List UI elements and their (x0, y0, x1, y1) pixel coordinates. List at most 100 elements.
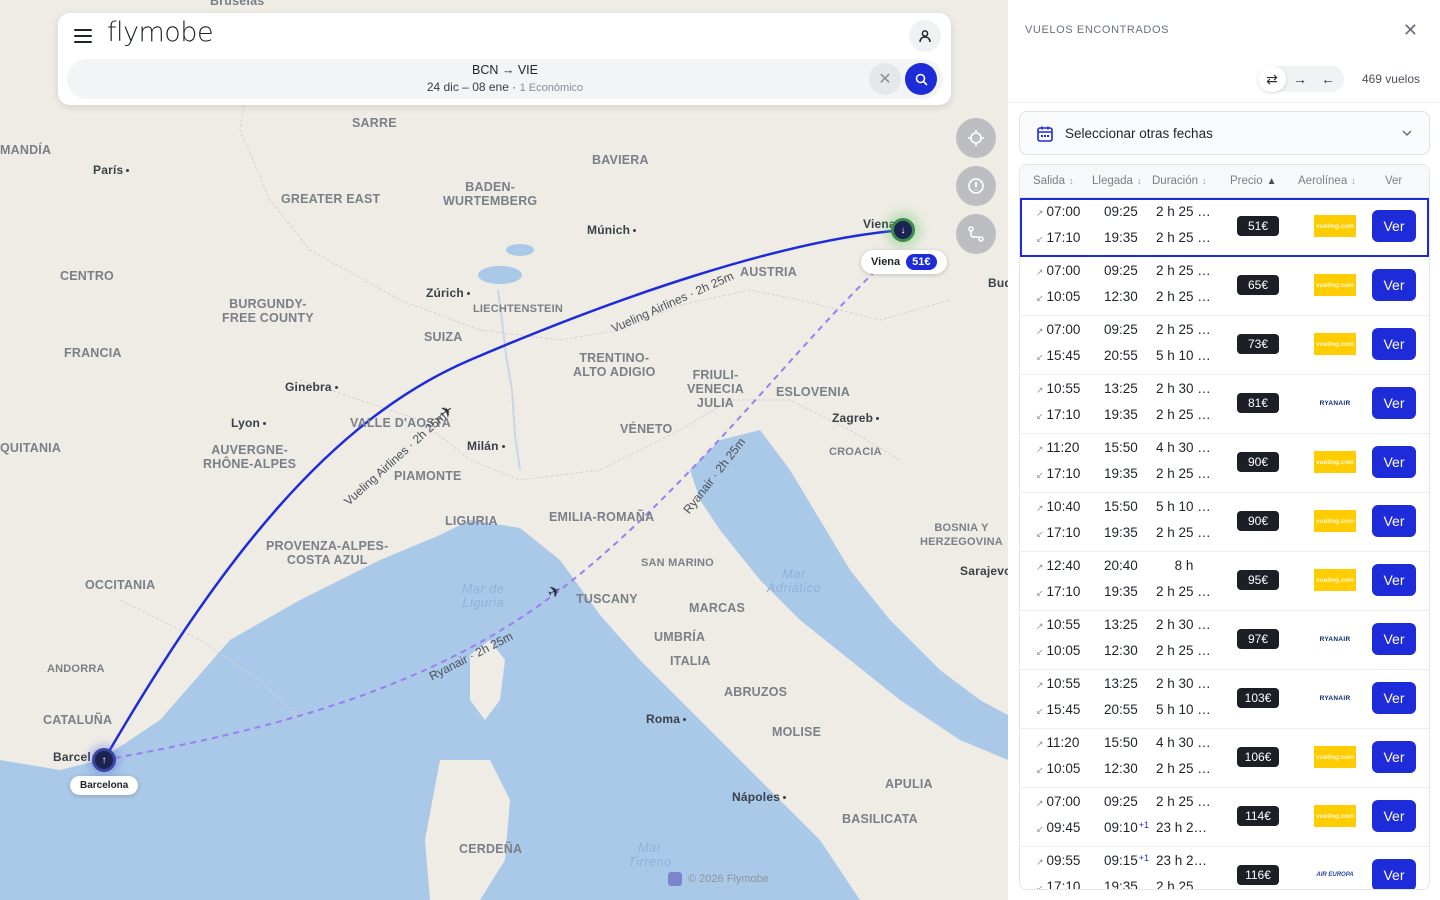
view-flight-button[interactable]: Ver (1372, 387, 1416, 419)
info-button[interactable] (956, 166, 996, 206)
view-flight-button[interactable]: Ver (1372, 446, 1416, 478)
return-duration: 5 h 10 min (1156, 702, 1212, 717)
destination-pin-label[interactable]: Viena 51€ (861, 250, 947, 274)
outbound-arrival: 15:50 (1104, 735, 1138, 750)
outbound-arrival: 13:25 (1104, 676, 1138, 691)
map-label: AUVERGNE- RHÔNE-ALPES (203, 443, 297, 471)
table-row[interactable]: ↗09:55 09:15+1 23 h 20 min ↙17:10 19:35 2 h 2… (1020, 847, 1429, 890)
table-row[interactable]: ↗12:40 20:40 8 h ↙17:10 19:35 2 h 25 min 95€ vu… (1020, 552, 1429, 611)
price-badge: 106€ (1237, 747, 1279, 767)
search-button[interactable] (905, 63, 937, 95)
view-flight-button[interactable]: Ver (1372, 328, 1416, 360)
airline-logo: vueling.com (1314, 569, 1356, 591)
round-trip-button[interactable]: ⇄ (1258, 66, 1286, 92)
return-arrow-icon: ↙ (1036, 706, 1044, 716)
price-badge: 90€ (1237, 511, 1279, 531)
map-label: EMILIA-ROMAÑA (549, 510, 655, 524)
price-badge: 95€ (1237, 570, 1279, 590)
price-badge: 81€ (1237, 393, 1279, 413)
table-row[interactable]: ↗10:55 13:25 2 h 30 min ↙15:45 20:55 5 h 10 m… (1020, 670, 1429, 729)
outbound-duration: 2 h 30 min (1156, 381, 1212, 396)
return-arrow-icon: ↙ (1036, 352, 1044, 362)
price-badge: 116€ (1237, 865, 1279, 885)
outbound-arrival: 09:25 (1104, 204, 1138, 219)
return-arrival: 19:35 (1104, 879, 1138, 890)
destination-pin[interactable]: ↓ (891, 218, 915, 242)
outbound-arrival: 09:25 (1104, 794, 1138, 809)
outbound-arrival: 15:50 (1104, 440, 1138, 455)
return-button[interactable]: ← (1314, 66, 1342, 92)
outbound-departure: ↗ 10:55 (1036, 617, 1081, 632)
panel-title: VUELOS ENCONTRADOS (1025, 24, 1170, 36)
view-flight-button[interactable]: Ver (1372, 859, 1416, 889)
sort-departure[interactable]: Salida ↕ (1033, 175, 1073, 187)
airline-logo: vueling.com (1314, 451, 1356, 473)
outbound-arrival: 20:40 (1104, 558, 1138, 573)
search-route: BCN → VIE (472, 63, 538, 77)
table-row[interactable]: ↗10:55 13:25 2 h 30 min ↙10:05 12:30 2 h 25 m… (1020, 611, 1429, 670)
close-panel-button[interactable]: ✕ (1403, 21, 1418, 39)
table-row[interactable]: ↗07:00 09:25 2 h 25 min ↙15:45 20:55 5 h 10 m… (1020, 316, 1429, 375)
search-dates: 24 dic – 08 ene · 1 Económico (426, 80, 584, 94)
return-arrow-icon: ↙ (1036, 529, 1044, 539)
table-row[interactable]: ↗11:20 15:50 4 h 30 min ↙17:10 19:35 2 h 25 m… (1020, 434, 1429, 493)
sort-arrival[interactable]: Llegada ↕ (1092, 175, 1141, 187)
sort-icon: ↕ (1351, 176, 1356, 186)
outbound-departure: ↗ 10:55 (1036, 676, 1081, 691)
logo[interactable]: flymobe (107, 17, 214, 48)
airline-logo: RYANAIR (1314, 392, 1356, 414)
outbound-arrow-icon: ↗ (1036, 326, 1044, 336)
view-flight-button[interactable]: Ver (1372, 269, 1416, 301)
clear-search-button[interactable]: ✕ (869, 63, 901, 95)
outbound-departure: ↗ 11:20 (1036, 735, 1080, 750)
sort-airline[interactable]: Aerolínea ↕ (1298, 175, 1356, 187)
map[interactable]: ✈ ✈ Bruselas MANDÍA París SARRE BAVIERA … (0, 0, 1008, 900)
return-arrow-icon: ↙ (1036, 824, 1044, 834)
outbound-duration: 2 h 25 min (1156, 204, 1212, 219)
outbound-duration: 2 h 25 min (1156, 263, 1212, 278)
table-row[interactable]: ↗07:00 09:25 2 h 25 min ↙09:45 09:10+1 23 h 2… (1020, 788, 1429, 847)
table-row[interactable]: ↗10:40 15:50 5 h 10 min ↙17:10 19:35 2 h 25 m… (1020, 493, 1429, 552)
outbound-departure: ↗ 10:40 (1036, 499, 1081, 514)
origin-pin-label[interactable]: Barcelona (70, 776, 139, 795)
view-flight-button[interactable]: Ver (1372, 623, 1416, 655)
table-row[interactable]: ↗10:55 13:25 2 h 30 min ↙17:10 19:35 2 h 25 m… (1020, 375, 1429, 434)
origin-pin[interactable]: ↑ (92, 748, 116, 772)
view-flight-button[interactable]: Ver (1372, 682, 1416, 714)
view-flight-button[interactable]: Ver (1372, 505, 1416, 537)
locate-button[interactable] (956, 118, 996, 158)
return-departure: ↙ 10:05 (1036, 761, 1081, 776)
map-label: Bud (988, 276, 1008, 290)
route-icon (968, 226, 984, 242)
table-row[interactable]: ↗07:00 09:25 2 h 25 min ↙17:10 19:35 2 h 25 m… (1020, 198, 1429, 257)
search-field[interactable]: BCN → VIE 24 dic – 08 ene · 1 Económico … (67, 59, 943, 99)
outbound-arrow-icon: ↗ (1036, 503, 1044, 513)
view-flight-button[interactable]: Ver (1372, 800, 1416, 832)
sort-price[interactable]: Precio ▲ (1230, 175, 1277, 187)
date-selector[interactable]: Seleccionar otras fechas (1019, 111, 1430, 155)
arrow-down-icon: ↓ (900, 224, 906, 236)
outbound-arrow-icon: ↗ (1036, 208, 1044, 218)
return-arrow-icon: ↙ (1036, 588, 1044, 598)
table-row[interactable]: ↗11:20 15:50 4 h 30 min ↙10:05 12:30 2 h 25 m… (1020, 729, 1429, 788)
user-button[interactable] (909, 20, 941, 52)
outbound-departure: ↗ 07:00 (1036, 322, 1081, 337)
view-flight-button[interactable]: Ver (1372, 741, 1416, 773)
view-flight-button[interactable]: Ver (1372, 564, 1416, 596)
table-row[interactable]: ↗07:00 09:25 2 h 25 min ↙10:05 12:30 2 h 25 m… (1020, 257, 1429, 316)
chevron-down-icon (1402, 130, 1412, 137)
map-label: Sarajevo (960, 564, 1008, 578)
return-duration: 5 h 10 min (1156, 348, 1212, 363)
outbound-duration: 2 h 30 min (1156, 676, 1212, 691)
destination-city: Viena (871, 256, 901, 268)
route-button[interactable] (956, 214, 996, 254)
copyright-text: © 2026 Flymobe (688, 873, 769, 885)
menu-icon[interactable] (74, 29, 92, 43)
return-departure: ↙ 15:45 (1036, 348, 1081, 363)
airline-logo: RYANAIR (1314, 628, 1356, 650)
sort-duration[interactable]: Duración ↕ (1152, 175, 1207, 187)
map-label: MOLISE (772, 725, 822, 739)
outbound-arrow-icon: ↗ (1036, 857, 1044, 867)
outbound-button[interactable]: → (1286, 66, 1314, 92)
view-flight-button[interactable]: Ver (1372, 210, 1416, 242)
